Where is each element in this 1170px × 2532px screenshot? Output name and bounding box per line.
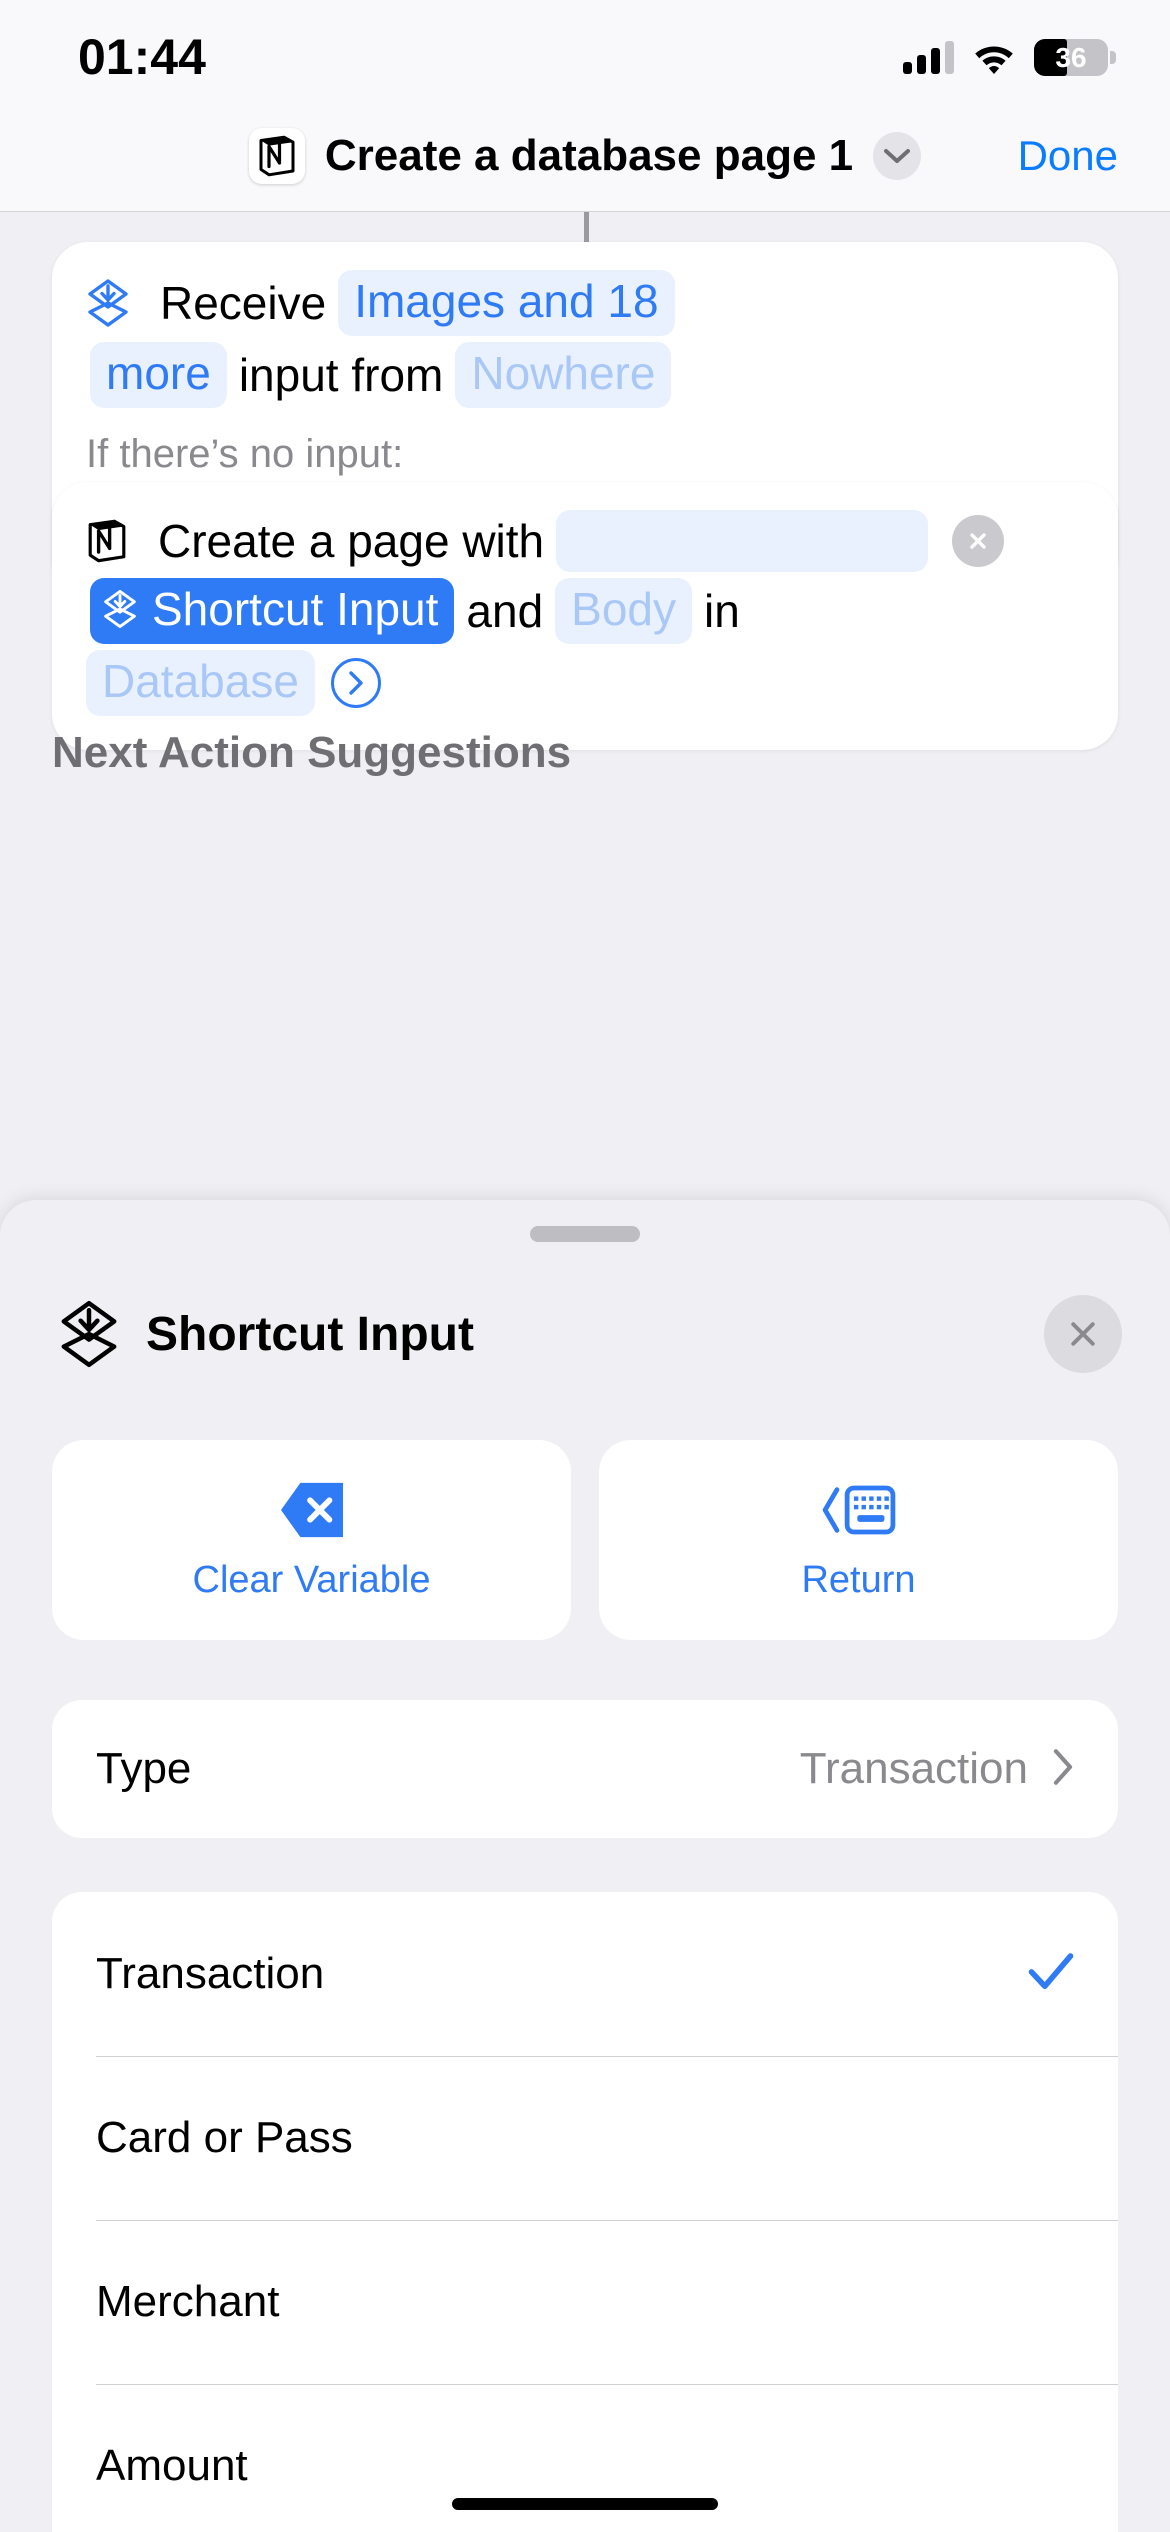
connector-line-top (584, 212, 589, 242)
input-types-token[interactable]: Images and 18 (338, 270, 675, 336)
receive-line-1: Receive Images and 18 (86, 270, 1084, 336)
sheet-title: Shortcut Input (146, 1307, 474, 1361)
sheet-grabber[interactable] (530, 1226, 640, 1242)
checkmark-icon (1028, 1952, 1074, 1997)
shortcut-input-variable-label: Shortcut Input (152, 583, 439, 635)
type-field-label: Type (96, 1744, 192, 1793)
close-icon[interactable] (1044, 1295, 1122, 1373)
option-label: Merchant (96, 2277, 280, 2326)
shortcut-input-icon (86, 278, 130, 328)
next-action-suggestions-heading: Next Action Suggestions (52, 728, 572, 777)
nav-title-group[interactable]: Create a database page 1 (0, 127, 1170, 184)
receive-line-2: more input from Nowhere (86, 342, 1084, 408)
wifi-icon (972, 40, 1016, 74)
page-title: Create a database page 1 (324, 130, 854, 180)
home-indicator (452, 2498, 718, 2510)
option-label: Transaction (96, 1949, 325, 1998)
sheet-header: Shortcut Input (0, 1274, 1170, 1394)
done-button[interactable]: Done (1018, 132, 1118, 180)
create-page-line-1: Create a page with (86, 510, 1084, 572)
type-options-list: Transaction Card or Pass Merchant Amount… (52, 1892, 1118, 2532)
list-item[interactable]: Merchant (52, 2220, 1118, 2384)
clear-variable-button[interactable]: Clear Variable (52, 1440, 571, 1640)
phone-screen: 01:44 36 Create a database page 1 Done R… (0, 0, 1170, 2532)
create-page-line-2: Shortcut Input and Body in (86, 578, 1084, 644)
navigation-bar: Create a database page 1 Done (0, 100, 1170, 212)
page-title-field[interactable] (556, 510, 929, 572)
battery-percent: 36 (1055, 41, 1087, 73)
list-item[interactable]: Card or Pass (52, 2056, 1118, 2220)
chevron-down-icon[interactable] (873, 131, 922, 180)
input-source-token[interactable]: Nowhere (455, 342, 672, 408)
option-label: Card or Pass (96, 2113, 353, 2162)
no-input-hint: If there’s no input: (86, 432, 404, 476)
conjunction-and: and (466, 585, 544, 637)
return-label: Return (801, 1558, 916, 1601)
body-field-token[interactable]: Body (555, 578, 693, 644)
database-field-token[interactable]: Database (86, 650, 315, 716)
clear-variable-label: Clear Variable (192, 1558, 431, 1601)
chevron-right-icon (1052, 1748, 1074, 1791)
type-field-value: Transaction (799, 1744, 1028, 1793)
option-label: Amount (96, 2441, 248, 2490)
input-from-label: input from (238, 349, 444, 401)
notion-icon (248, 127, 305, 184)
create-page-label: Create a page with (158, 515, 545, 567)
input-types-more-token[interactable]: more (90, 342, 227, 408)
variable-actions-row: Clear Variable Return (52, 1440, 1118, 1640)
create-page-line-3: Database (86, 650, 1084, 716)
list-item[interactable]: Transaction (52, 1892, 1118, 2056)
preposition-in: in (704, 585, 740, 637)
battery-icon: 36 (1034, 38, 1116, 76)
shortcut-input-icon (102, 589, 138, 629)
action-card-create-page[interactable]: Create a page with Shortcut Input and Bo… (52, 482, 1118, 750)
shortcut-input-variable-token[interactable]: Shortcut Input (90, 578, 455, 644)
close-icon[interactable] (952, 515, 1005, 567)
status-time: 01:44 (78, 29, 206, 85)
cellular-signal-icon (903, 40, 954, 74)
clear-variable-icon (277, 1479, 347, 1541)
return-button[interactable]: Return (599, 1440, 1118, 1640)
status-bar: 01:44 36 (0, 0, 1170, 100)
receive-verb: Receive (160, 277, 327, 329)
shortcut-input-icon (58, 1299, 120, 1369)
keyboard-return-icon (820, 1479, 898, 1541)
notion-icon (86, 518, 128, 564)
type-field-row[interactable]: Type Transaction (52, 1700, 1118, 1838)
chevron-right-circle-icon[interactable] (330, 658, 381, 708)
variable-detail-sheet: Shortcut Input Clear Variable Return Typ… (0, 1200, 1170, 2532)
status-icons: 36 (903, 38, 1116, 76)
